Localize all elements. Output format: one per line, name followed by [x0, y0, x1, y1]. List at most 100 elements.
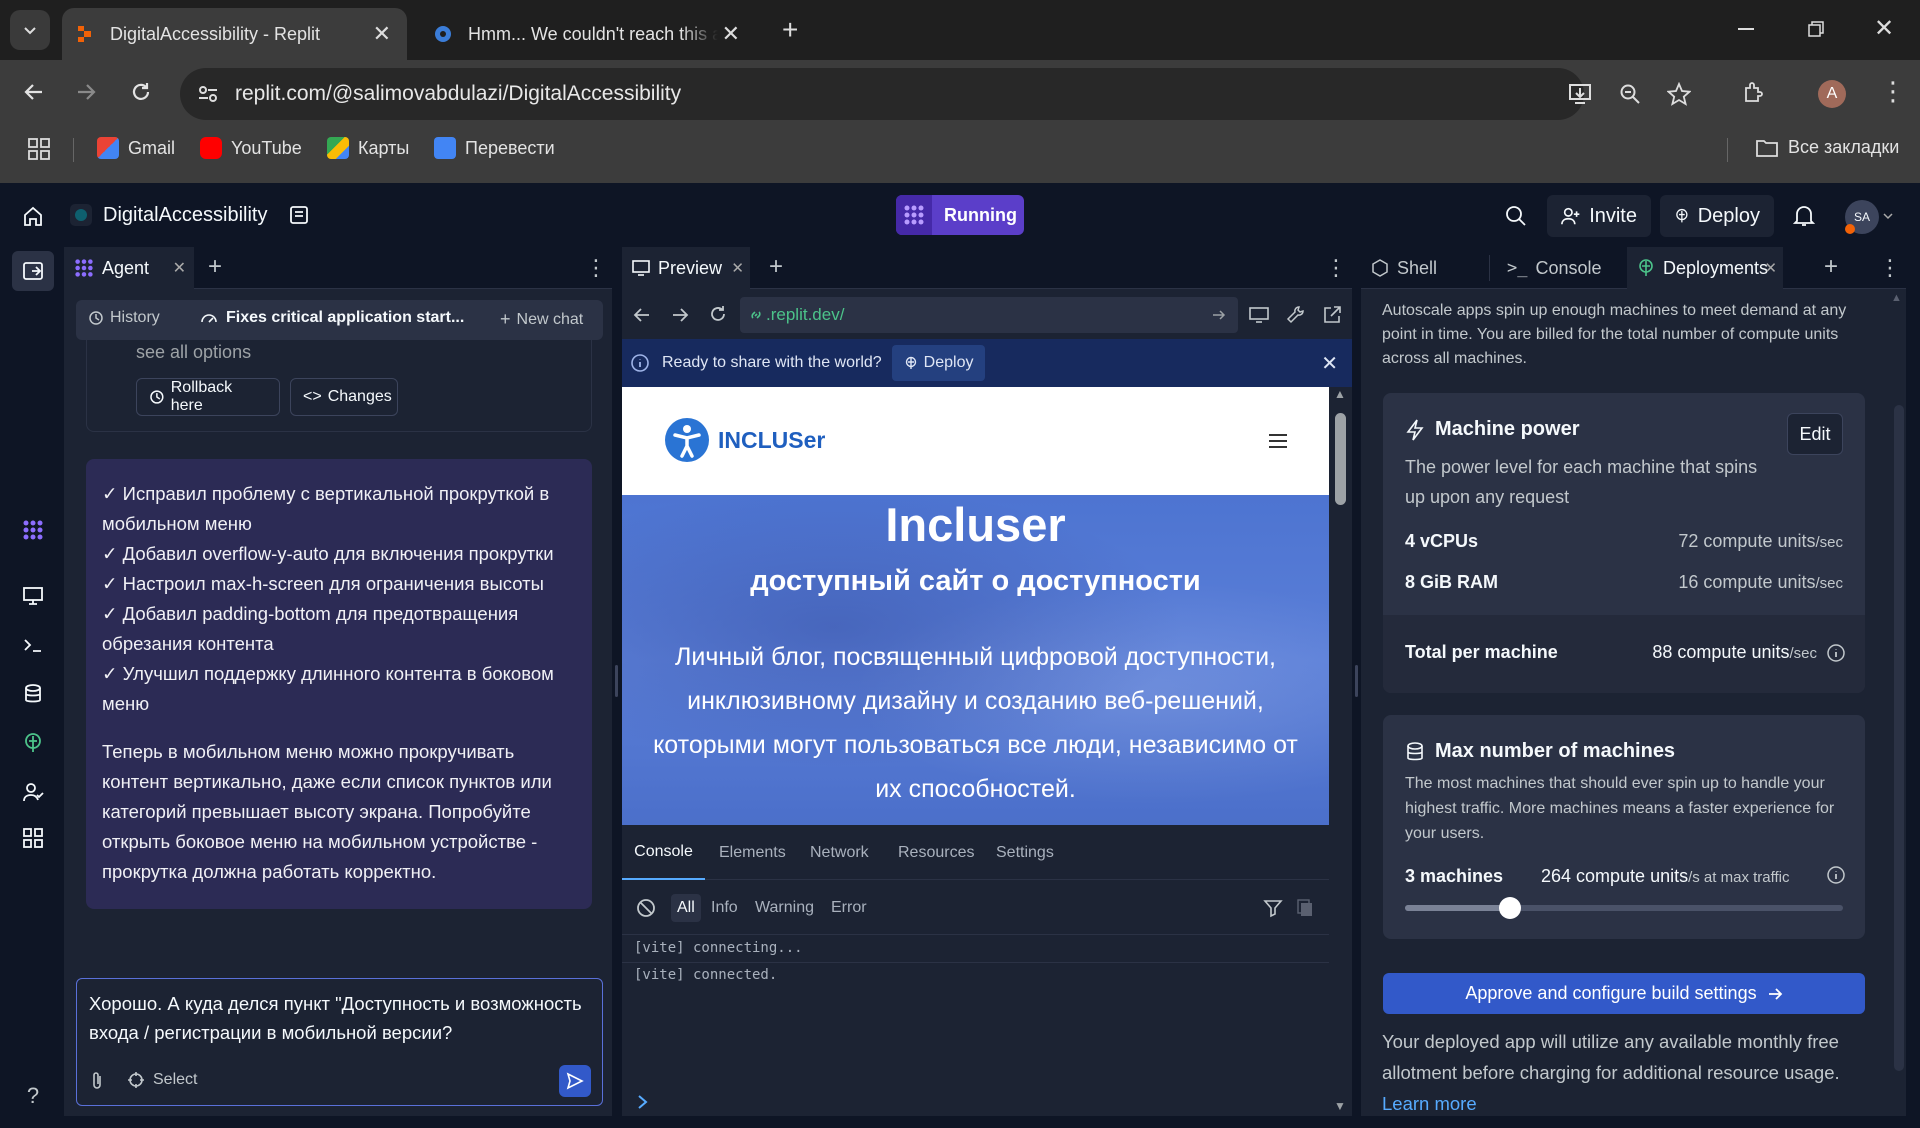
site-settings-icon[interactable] — [197, 83, 219, 105]
invite-button[interactable]: Invite — [1547, 195, 1651, 237]
preview-scrollbar[interactable]: ▲ ▼ — [1329, 387, 1352, 1115]
filter-error[interactable]: Error — [831, 899, 867, 917]
console-prompt-icon[interactable] — [637, 1094, 649, 1110]
learn-more-link[interactable]: Learn more — [1382, 1088, 1872, 1119]
devtools-tab-settings[interactable]: Settings — [996, 825, 1054, 880]
home-icon[interactable] — [22, 205, 44, 227]
approve-button[interactable]: Approve and configure build settings — [1383, 973, 1865, 1014]
arrow-left-icon[interactable] — [632, 305, 652, 325]
panel-menu-icon[interactable]: ⋮ — [1879, 255, 1901, 281]
menu-kebab-icon[interactable]: ⋮ — [1880, 76, 1906, 107]
site-logo-text[interactable]: INCLUSer — [718, 427, 825, 454]
apps-grid-icon[interactable] — [28, 138, 50, 160]
new-tab-button[interactable]: + — [782, 14, 798, 46]
tab-deployments[interactable]: Deployments ✕ — [1627, 247, 1783, 289]
clear-console-icon[interactable] — [636, 898, 656, 918]
arrow-right-icon[interactable] — [670, 305, 690, 325]
wrench-icon[interactable] — [1286, 305, 1306, 325]
close-icon[interactable]: ✕ — [722, 21, 740, 47]
preview-address-bar[interactable]: .replit.dev/ — [740, 297, 1238, 333]
tab-error-page[interactable]: Hmm... We couldn't reach this a ✕ — [420, 8, 760, 60]
devtools-tab-resources[interactable]: Resources — [898, 825, 974, 880]
star-icon[interactable] — [1667, 82, 1691, 106]
tab-shell[interactable]: Shell — [1361, 247, 1489, 289]
add-tab-button[interactable]: + — [769, 253, 783, 281]
external-link-icon[interactable] — [1322, 305, 1342, 325]
devtools-tab-console[interactable]: Console — [622, 825, 705, 880]
scrollbar-thumb[interactable] — [1335, 413, 1346, 505]
project-info-icon[interactable] — [289, 205, 309, 225]
close-icon[interactable]: ✕ — [373, 21, 391, 47]
profile-avatar[interactable]: A — [1818, 80, 1846, 108]
database-tool-icon[interactable] — [20, 681, 46, 707]
preview-url[interactable]: .replit.dev/ — [766, 305, 844, 325]
tab-search-button[interactable] — [10, 10, 50, 50]
search-icon[interactable] — [1505, 205, 1527, 227]
close-icon[interactable]: ✕ — [173, 258, 186, 278]
bookmark-gmail[interactable]: Gmail — [97, 137, 175, 159]
devtools-tab-elements[interactable]: Elements — [719, 825, 786, 880]
edit-button[interactable]: Edit — [1787, 413, 1843, 455]
select-element-button[interactable]: Select — [127, 1071, 197, 1089]
composer-input[interactable]: Хорошо. А куда делся пункт "Доступность … — [89, 989, 594, 1047]
changes-button[interactable]: <> Changes — [290, 378, 398, 416]
reload-icon[interactable] — [708, 304, 728, 324]
users-tool-icon[interactable] — [20, 779, 46, 805]
deployments-tool-icon[interactable] — [20, 730, 46, 756]
address-bar[interactable]: replit.com/@salimovabdulazi/DigitalAcces… — [180, 68, 1691, 120]
extensions-icon[interactable] — [1742, 80, 1766, 104]
arrow-right-icon[interactable] — [1212, 308, 1226, 322]
accessibility-logo-icon[interactable] — [664, 417, 710, 463]
restore-icon[interactable] — [1808, 21, 1824, 37]
devtools-tab-network[interactable]: Network — [810, 825, 869, 880]
slider-thumb[interactable] — [1499, 897, 1522, 919]
paperclip-icon[interactable] — [89, 1071, 105, 1091]
deployments-scrollbar[interactable] — [1894, 405, 1904, 1071]
add-tab-button[interactable]: + — [1824, 253, 1838, 281]
resize-handle[interactable] — [1355, 665, 1358, 697]
device-icon[interactable] — [1249, 305, 1269, 325]
all-bookmarks[interactable]: Все закладки — [1755, 137, 1899, 158]
scroll-up-icon[interactable]: ▲ — [1891, 292, 1902, 304]
shell-tool-icon[interactable] — [20, 632, 46, 658]
close-icon[interactable]: ✕ — [731, 259, 744, 277]
machines-slider[interactable] — [1405, 897, 1843, 919]
bell-icon[interactable] — [1793, 204, 1815, 228]
bookmark-translate[interactable]: Перевести — [434, 137, 555, 159]
info-icon[interactable] — [1826, 643, 1846, 663]
close-icon[interactable]: ✕ — [1321, 351, 1338, 376]
send-button[interactable] — [559, 1065, 591, 1097]
minimize-icon[interactable] — [1738, 28, 1754, 30]
install-app-icon[interactable] — [1568, 83, 1592, 105]
run-button[interactable]: Running — [896, 195, 1024, 235]
close-icon[interactable]: ✕ — [1764, 259, 1777, 277]
rollback-button[interactable]: Rollback here — [136, 378, 280, 416]
agent-tool-icon[interactable] — [20, 517, 46, 543]
thread-title[interactable]: Fixes critical application start... — [200, 309, 464, 327]
tab-replit[interactable]: DigitalAccessibility - Replit ✕ — [62, 8, 407, 60]
back-button[interactable] — [20, 78, 48, 106]
filter-icon[interactable] — [1263, 898, 1283, 918]
hamburger-menu-icon[interactable] — [1268, 433, 1288, 449]
bookmark-youtube[interactable]: YouTube — [200, 137, 302, 159]
copy-icon[interactable] — [1296, 898, 1314, 918]
info-icon[interactable] — [1826, 865, 1846, 885]
panel-menu-icon[interactable]: ⋮ — [1325, 255, 1347, 281]
reload-button[interactable] — [127, 78, 155, 106]
panel-menu-icon[interactable]: ⋮ — [585, 255, 607, 281]
resize-handle[interactable] — [615, 665, 618, 697]
preview-tool-icon[interactable] — [20, 583, 46, 609]
tab-agent[interactable]: Agent ✕ — [64, 247, 194, 289]
deploy-button[interactable]: Deploy — [1660, 195, 1774, 237]
banner-deploy-button[interactable]: Deploy — [891, 345, 986, 381]
tab-preview[interactable]: Preview ✕ — [622, 247, 750, 289]
window-close-icon[interactable]: ✕ — [1874, 14, 1894, 43]
all-tools-icon[interactable] — [20, 825, 46, 851]
bookmark-maps[interactable]: Карты — [327, 137, 409, 159]
new-chat-button[interactable]: + New chat — [500, 309, 583, 330]
tab-console[interactable]: >_ Console — [1497, 247, 1627, 289]
file-tree-toggle[interactable] — [12, 251, 54, 291]
filter-warning[interactable]: Warning — [755, 899, 814, 917]
chevron-down-icon[interactable] — [1883, 212, 1893, 220]
history-button[interactable]: History — [88, 309, 160, 327]
